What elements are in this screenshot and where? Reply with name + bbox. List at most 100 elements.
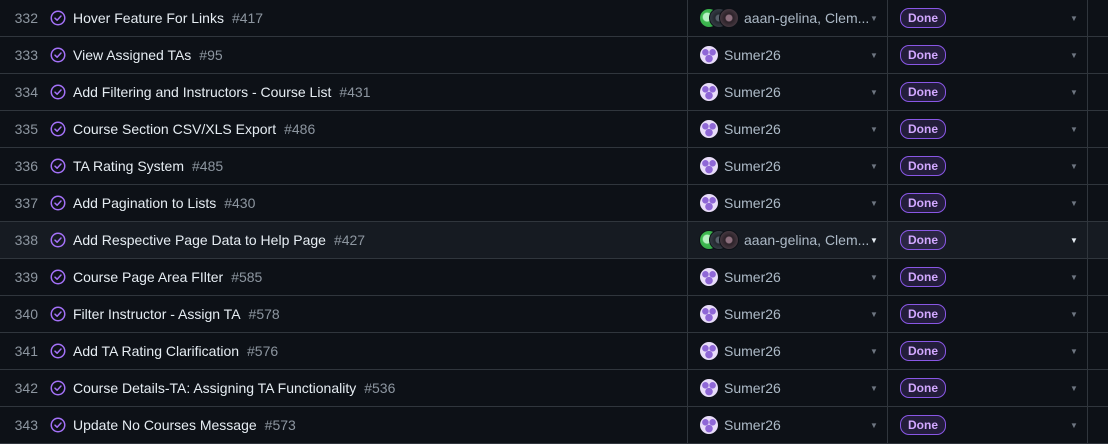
check-circle-icon <box>49 333 66 369</box>
assignee-name: Sumer26 <box>724 417 781 433</box>
caret-down-icon[interactable]: ▼ <box>1070 74 1078 110</box>
caret-down-icon[interactable]: ▼ <box>1070 259 1078 295</box>
avatar <box>699 119 719 139</box>
issue-title-cell[interactable]: Hover Feature For Links #417 <box>73 0 673 36</box>
issue-title[interactable]: Filter Instructor - Assign TA <box>73 306 241 322</box>
row-number: 336 <box>14 158 38 174</box>
caret-down-icon[interactable]: ▼ <box>870 296 878 332</box>
table-row[interactable]: 336 TA Rating System #485 Sumer26 ▼ Done… <box>0 148 1108 185</box>
assignees-cell[interactable]: Sumer26 <box>699 407 881 443</box>
caret-down-icon[interactable]: ▼ <box>1070 333 1078 369</box>
column-divider <box>687 222 688 258</box>
status-cell[interactable]: Done <box>900 407 946 443</box>
assignees-cell[interactable]: Sumer26 <box>699 185 881 221</box>
caret-down-icon[interactable]: ▼ <box>1070 148 1078 184</box>
issue-title-cell[interactable]: Course Section CSV/XLS Export #486 <box>73 111 673 147</box>
caret-down-icon[interactable]: ▼ <box>870 333 878 369</box>
issue-title-cell[interactable]: Filter Instructor - Assign TA #578 <box>73 296 673 332</box>
assignees-cell[interactable]: Sumer26 <box>699 148 881 184</box>
issue-title[interactable]: Update No Courses Message <box>73 417 257 433</box>
caret-down-icon[interactable]: ▼ <box>870 407 878 443</box>
caret-down-icon[interactable]: ▼ <box>870 37 878 73</box>
issue-title[interactable]: Add Respective Page Data to Help Page <box>73 232 326 248</box>
status-cell[interactable]: Done <box>900 74 946 110</box>
status-cell[interactable]: Done <box>900 185 946 221</box>
issue-title-cell[interactable]: Update No Courses Message #573 <box>73 407 673 443</box>
status-cell[interactable]: Done <box>900 222 946 258</box>
issue-title-cell[interactable]: TA Rating System #485 <box>73 148 673 184</box>
issue-title-cell[interactable]: Add Respective Page Data to Help Page #4… <box>73 222 673 258</box>
table-row[interactable]: 341 Add TA Rating Clarification #576 Sum… <box>0 333 1108 370</box>
status-cell[interactable]: Done <box>900 259 946 295</box>
assignees-cell[interactable]: Sumer26 <box>699 370 881 406</box>
assignees-cell[interactable]: aaan-gelina, Clem... <box>699 0 881 36</box>
assignees-cell[interactable]: aaan-gelina, Clem... <box>699 222 881 258</box>
status-cell[interactable]: Done <box>900 370 946 406</box>
assignees-cell[interactable]: Sumer26 <box>699 37 881 73</box>
caret-down-icon[interactable]: ▼ <box>870 148 878 184</box>
issue-title[interactable]: View Assigned TAs <box>73 47 191 63</box>
caret-down-icon[interactable]: ▼ <box>870 74 878 110</box>
caret-down-icon[interactable]: ▼ <box>1070 111 1078 147</box>
caret-down-icon[interactable]: ▼ <box>870 259 878 295</box>
caret-down-icon[interactable]: ▼ <box>870 370 878 406</box>
table-row[interactable]: 343 Update No Courses Message #573 Sumer… <box>0 407 1108 444</box>
caret-down-icon[interactable]: ▼ <box>870 222 878 258</box>
issue-number: #573 <box>264 417 296 433</box>
avatar <box>699 378 719 398</box>
issue-title[interactable]: Course Details-TA: Assigning TA Function… <box>73 380 356 396</box>
issue-title-cell[interactable]: Course Details-TA: Assigning TA Function… <box>73 370 673 406</box>
issue-title-cell[interactable]: Add TA Rating Clarification #576 <box>73 333 673 369</box>
status-badge: Done <box>900 341 946 361</box>
status-cell[interactable]: Done <box>900 148 946 184</box>
assignees-cell[interactable]: Sumer26 <box>699 259 881 295</box>
caret-down-icon[interactable]: ▼ <box>1070 185 1078 221</box>
caret-down-icon[interactable]: ▼ <box>1070 0 1078 36</box>
caret-down-icon[interactable]: ▼ <box>870 185 878 221</box>
assignee-name: aaan-gelina, Clem... <box>744 232 870 248</box>
status-cell[interactable]: Done <box>900 37 946 73</box>
table-row[interactable]: 337 Add Pagination to Lists #430 Sumer26… <box>0 185 1108 222</box>
caret-down-icon[interactable]: ▼ <box>1070 407 1078 443</box>
issue-title-cell[interactable]: Add Filtering and Instructors - Course L… <box>73 74 673 110</box>
issue-title[interactable]: Course Section CSV/XLS Export <box>73 121 276 137</box>
caret-down-icon[interactable]: ▼ <box>1070 37 1078 73</box>
issue-title-cell[interactable]: Add Pagination to Lists #430 <box>73 185 673 221</box>
issue-title[interactable]: TA Rating System <box>73 158 184 174</box>
status-cell[interactable]: Done <box>900 0 946 36</box>
table-row[interactable]: 340 Filter Instructor - Assign TA #578 S… <box>0 296 1108 333</box>
caret-down-icon[interactable]: ▼ <box>870 0 878 36</box>
check-circle-icon <box>49 111 66 147</box>
caret-down-icon[interactable]: ▼ <box>1070 222 1078 258</box>
assignees-cell[interactable]: Sumer26 <box>699 74 881 110</box>
issue-title[interactable]: Hover Feature For Links <box>73 10 224 26</box>
table-row[interactable]: 335 Course Section CSV/XLS Export #486 S… <box>0 111 1108 148</box>
table-row[interactable]: 334 Add Filtering and Instructors - Cour… <box>0 74 1108 111</box>
assignees-cell[interactable]: Sumer26 <box>699 333 881 369</box>
assignees-cell[interactable]: Sumer26 <box>699 296 881 332</box>
issue-title[interactable]: Add Filtering and Instructors - Course L… <box>73 84 331 100</box>
caret-down-icon[interactable]: ▼ <box>870 111 878 147</box>
check-circle-icon <box>49 222 66 258</box>
table-row[interactable]: 338 Add Respective Page Data to Help Pag… <box>0 222 1108 259</box>
status-cell[interactable]: Done <box>900 333 946 369</box>
column-divider <box>1087 333 1088 369</box>
table-row[interactable]: 333 View Assigned TAs #95 Sumer26 ▼ Done… <box>0 37 1108 74</box>
status-cell[interactable]: Done <box>900 111 946 147</box>
issue-title[interactable]: Add TA Rating Clarification <box>73 343 239 359</box>
table-row[interactable]: 339 Course Page Area FIlter #585 Sumer26… <box>0 259 1108 296</box>
issue-title[interactable]: Course Page Area FIlter <box>73 269 223 285</box>
column-divider <box>687 74 688 110</box>
caret-down-icon[interactable]: ▼ <box>1070 370 1078 406</box>
issue-title-cell[interactable]: View Assigned TAs #95 <box>73 37 673 73</box>
issue-title-cell[interactable]: Course Page Area FIlter #585 <box>73 259 673 295</box>
check-circle-icon <box>49 148 66 184</box>
status-cell[interactable]: Done <box>900 296 946 332</box>
caret-down-icon[interactable]: ▼ <box>1070 296 1078 332</box>
table-row[interactable]: 342 Course Details-TA: Assigning TA Func… <box>0 370 1108 407</box>
avatar-image <box>699 156 719 176</box>
issue-title[interactable]: Add Pagination to Lists <box>73 195 216 211</box>
assignees-cell[interactable]: Sumer26 <box>699 111 881 147</box>
table-row[interactable]: 332 Hover Feature For Links #417 aaan-ge… <box>0 0 1108 37</box>
issue-number: #427 <box>333 232 366 248</box>
